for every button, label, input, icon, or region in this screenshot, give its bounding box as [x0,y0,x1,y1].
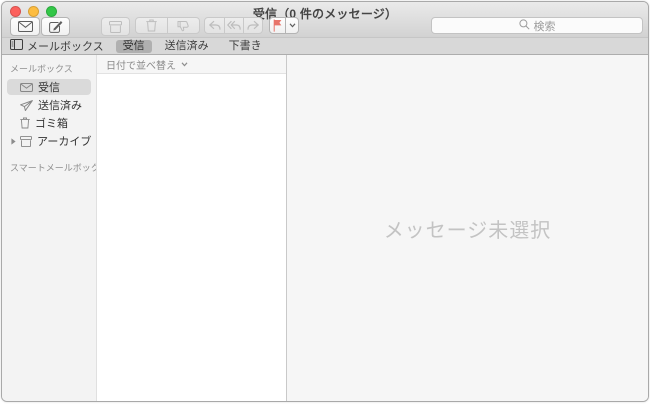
sidebar-item-trash[interactable]: ゴミ箱 [7,115,91,131]
compose-button[interactable] [41,17,70,36]
get-mail-icon [18,21,33,32]
no-message-selected-text: メッセージ未選択 [384,214,552,243]
favorites-bar: メールボックス 受信 送信済み 下書き [2,38,648,55]
sidebar: メールボックス 受信 送信済み ゴミ箱 アーカイブ スマートメールボックス [2,55,97,401]
search-input[interactable]: 検索 [431,17,643,34]
sidebar-item-label: 受信 [38,79,60,95]
sidebar-item-inbox[interactable]: 受信 [7,79,91,95]
sidebar-item-archive[interactable]: アーカイブ [7,133,91,149]
favorite-tab-inbox[interactable]: 受信 [116,40,152,53]
reply-button[interactable] [204,17,225,34]
preview-pane: メッセージ未選択 [286,55,648,401]
trash-icon [20,117,30,129]
disclosure-triangle-icon[interactable] [11,138,16,145]
sidebar-section-mailboxes: メールボックス [2,59,96,79]
inbox-envelope-icon [20,83,33,92]
sidebar-item-label: ゴミ箱 [35,115,68,131]
flag-icon [273,19,282,32]
trash-junk-group [135,17,200,36]
sort-by-label: 日付で並べ替え [106,57,176,72]
forward-button[interactable] [243,17,263,34]
mailboxes-toggle-label: メールボックス [27,38,104,54]
compose-icon [49,20,63,33]
chevron-down-icon [181,62,188,67]
titlebar: 受信（0 件のメッセージ） [2,2,648,38]
trash-button[interactable] [135,17,168,34]
trash-icon [146,19,157,32]
archive-button[interactable] [101,17,130,36]
content-area: メールボックス 受信 送信済み ゴミ箱 アーカイブ スマートメールボックス [2,55,648,401]
forward-icon [247,20,260,31]
sidebar-item-sent[interactable]: 送信済み [7,97,91,113]
sidebar-item-label: アーカイブ [37,133,91,149]
favorite-tab-drafts[interactable]: 下書き [222,40,269,53]
chevron-down-icon [289,23,296,28]
sidebar-item-label: 送信済み [38,97,82,113]
favorite-tab-sent[interactable]: 送信済み [158,40,216,53]
search-icon [519,19,530,33]
flag-group [269,17,299,36]
reply-group [204,17,263,36]
junk-button[interactable] [167,17,200,34]
mailboxes-toggle-button[interactable]: メールボックス [10,38,104,54]
sort-by-button[interactable]: 日付で並べ替え [97,55,286,74]
flag-button[interactable] [269,17,286,34]
get-mail-button[interactable] [10,17,40,36]
reply-all-button[interactable] [224,17,244,34]
reply-icon [208,20,221,31]
archive-icon [109,21,122,33]
message-list-body[interactable] [97,74,286,401]
mail-window: 受信（0 件のメッセージ） [1,1,649,402]
reply-all-icon [227,20,241,31]
junk-icon [177,20,190,32]
message-list: 日付で並べ替え [97,55,286,401]
sidebar-toggle-icon [10,39,23,53]
archive-box-icon [20,136,32,147]
search-placeholder: 検索 [534,18,556,34]
flag-menu-button[interactable] [285,17,299,34]
paper-plane-icon [20,100,33,111]
sidebar-section-smart-mailboxes: スマートメールボックス [2,158,96,178]
